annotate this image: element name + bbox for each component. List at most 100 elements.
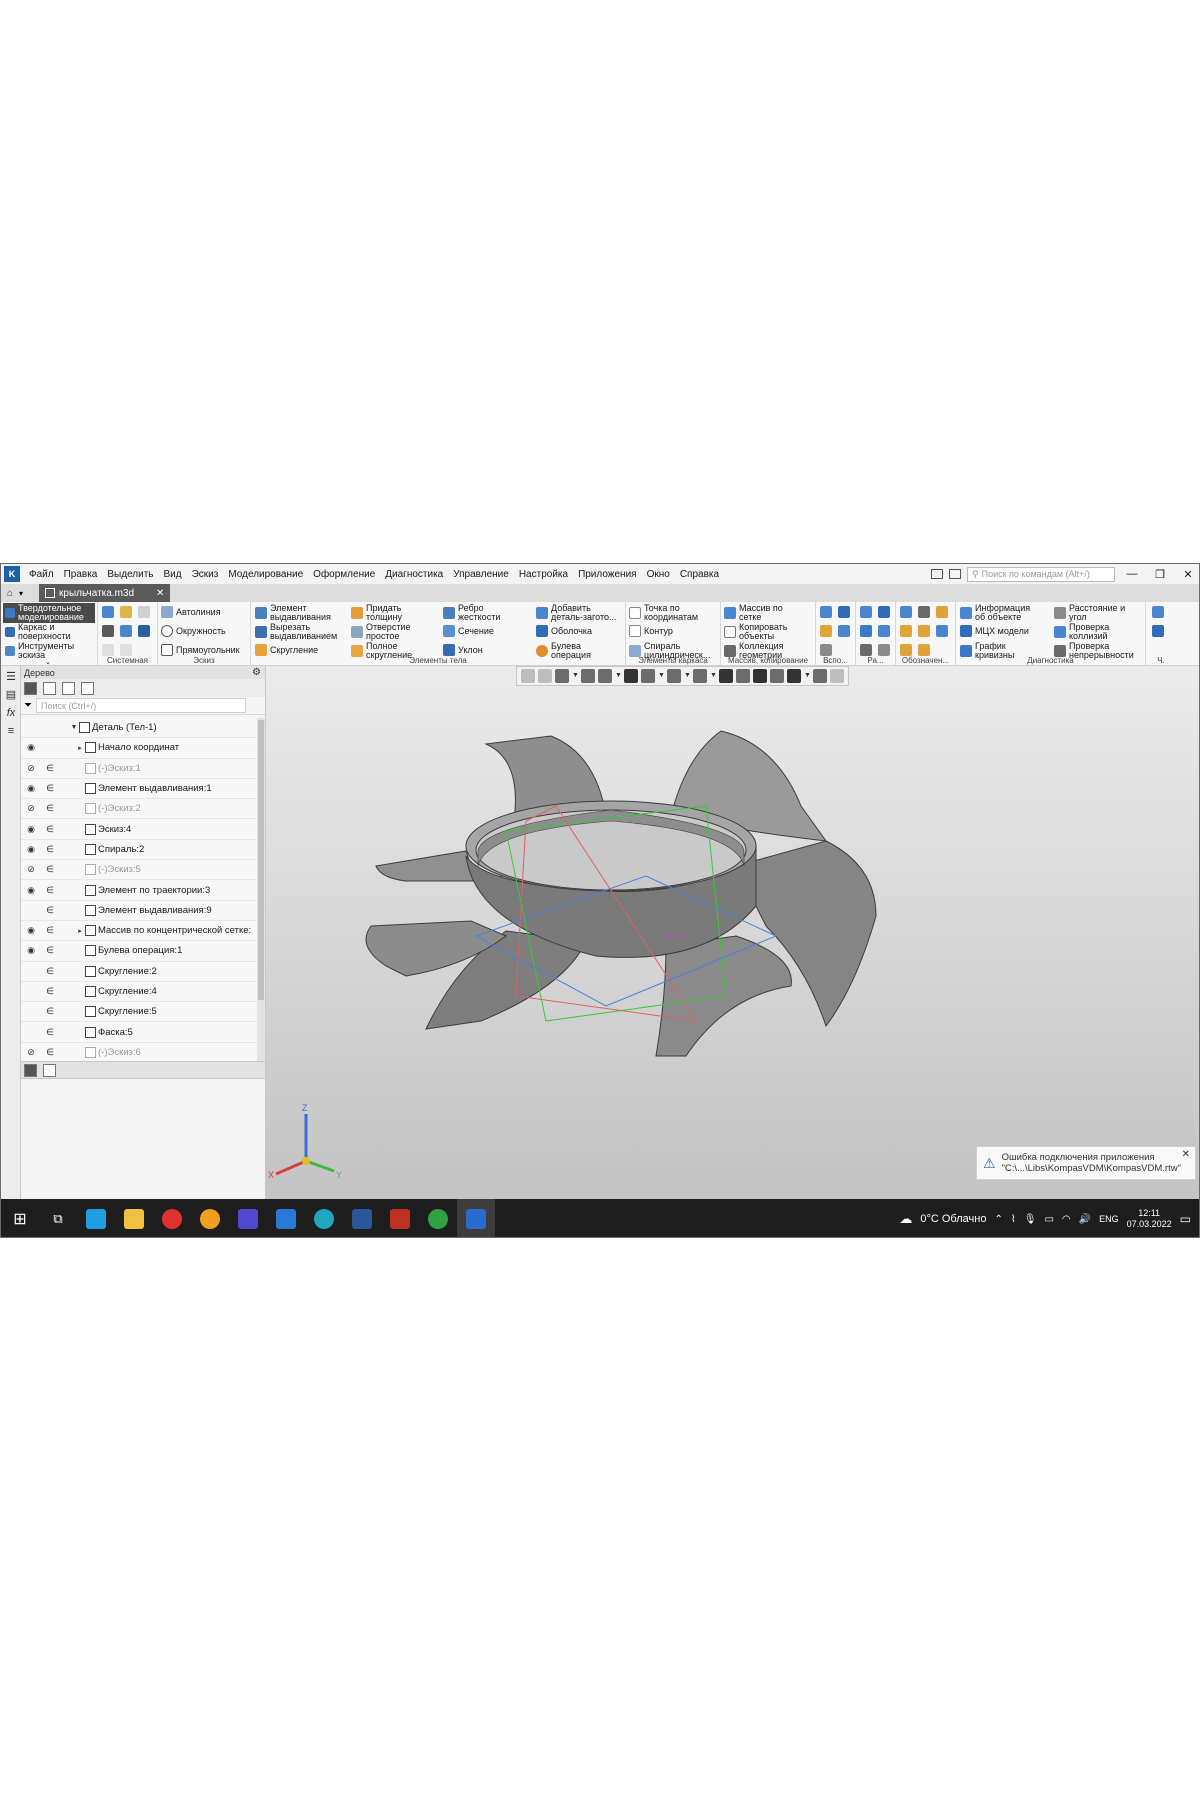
file-explorer-icon[interactable] [115, 1199, 153, 1237]
body-membership-icon[interactable]: ∈ [41, 1027, 59, 1038]
scrollbar-thumb[interactable] [258, 720, 264, 1000]
menu-management[interactable]: Управление [448, 569, 514, 580]
menu-view[interactable]: Вид [159, 569, 187, 580]
expand-arrow-icon[interactable]: ▸ [75, 927, 85, 935]
yandex-browser-icon[interactable] [153, 1199, 191, 1237]
body-membership-icon[interactable]: ∈ [41, 1047, 59, 1058]
kompas-3d-active-icon[interactable] [457, 1199, 495, 1237]
cortana-app-icon[interactable] [77, 1199, 115, 1237]
mark-6-icon[interactable] [936, 625, 948, 637]
tree-item[interactable]: ◉ ∈ Спираль:2 [21, 839, 256, 861]
error-notification[interactable]: ⚠ Ошибка подключения приложения "C:\...\… [976, 1146, 1196, 1180]
expand-arrow-icon[interactable]: ▸ [75, 744, 85, 752]
tree-item[interactable]: ⊘ ∈ (-)Эскиз:1 [21, 758, 256, 779]
menu-settings[interactable]: Настройка [514, 569, 573, 580]
tab-list-dropdown-icon[interactable]: ▾ [19, 589, 23, 598]
rib-button[interactable]: Ребро жесткости [443, 604, 500, 622]
save-icon[interactable] [120, 625, 132, 637]
ra-tool-4-icon[interactable] [878, 625, 890, 637]
mark-4-icon[interactable] [900, 625, 912, 637]
autoline-button[interactable]: Автолиния [161, 606, 221, 618]
tree-search-input[interactable]: Поиск (Ctrl+/) [36, 698, 246, 713]
mark-3-icon[interactable] [936, 606, 948, 618]
body-membership-icon[interactable]: ∈ [41, 885, 59, 896]
ra-tool-2-icon[interactable] [878, 606, 890, 618]
menu-applications[interactable]: Приложения [573, 569, 642, 580]
mark-2-icon[interactable] [918, 606, 930, 618]
body-membership-icon[interactable]: ∈ [41, 783, 59, 794]
properties-panel-icon[interactable]: ▤ [4, 688, 18, 702]
mass-properties-button[interactable]: МЦХ модели [960, 625, 1029, 637]
visibility-eye-icon[interactable]: ⊘ [21, 763, 41, 774]
media-player-icon[interactable] [191, 1199, 229, 1237]
body-membership-icon[interactable]: ∈ [41, 905, 59, 916]
minimize-button[interactable]: — [1121, 568, 1143, 580]
tab-document[interactable]: крыльчатка.m3d ✕ [39, 584, 171, 602]
impeller-model[interactable]: Z X Y [266, 666, 1199, 1199]
command-search-input[interactable]: ⚲ Поиск по командам (Alt+/) [967, 566, 1115, 582]
aux-line-icon[interactable] [820, 644, 832, 656]
tree-item[interactable]: ∈ Скругление:4 [21, 981, 256, 1003]
body-membership-icon[interactable]: ∈ [41, 945, 59, 956]
thicken-button[interactable]: Придать толщину [351, 604, 402, 622]
visibility-eye-icon[interactable]: ⊘ [21, 1047, 41, 1058]
body-membership-icon[interactable]: ∈ [41, 803, 59, 814]
tray-mic-icon[interactable]: 🎙 [1024, 1214, 1037, 1225]
save-all-icon[interactable] [138, 625, 150, 637]
gear-icon[interactable]: ⚙ [252, 667, 261, 678]
menu-select[interactable]: Выделить [102, 569, 158, 580]
plane-icon[interactable] [820, 606, 832, 618]
tree-scrollbar[interactable] [257, 718, 265, 1061]
edge-browser-icon[interactable] [305, 1199, 343, 1237]
kompas-app-icon[interactable] [229, 1199, 267, 1237]
layers-panel-icon[interactable]: ≡ [4, 724, 18, 738]
kompas-logo-icon[interactable]: K [4, 566, 20, 582]
menu-diagnostics[interactable]: Диагностика [380, 569, 448, 580]
visibility-eye-icon[interactable]: ◉ [21, 885, 41, 896]
cut-extrude-button[interactable]: Вырезать выдавливанием [255, 623, 337, 641]
tray-network-icon[interactable]: ⌇ [1011, 1214, 1016, 1225]
rectangle-button[interactable]: Прямоугольник [161, 644, 240, 656]
notifications-icon[interactable]: ▭ [1180, 1212, 1191, 1226]
body-membership-icon[interactable]: ∈ [41, 844, 59, 855]
visibility-eye-icon[interactable]: ◉ [21, 925, 41, 936]
task-view-icon[interactable]: ⧉ [39, 1199, 77, 1237]
contour-button[interactable]: Контур [629, 625, 673, 637]
body-membership-icon[interactable]: ∈ [41, 864, 59, 875]
ra-tool-1-icon[interactable] [860, 606, 872, 618]
point-by-coords-button[interactable]: Точка по координатам [629, 604, 698, 622]
visibility-eye-icon[interactable]: ◉ [21, 783, 41, 794]
word-icon[interactable] [343, 1199, 381, 1237]
tree-item[interactable]: ◉ ∈ Булева операция:1 [21, 941, 256, 962]
copy-objects-button[interactable]: Копировать объекты [724, 623, 787, 641]
weather-text[interactable]: 0°C Облачно [920, 1213, 986, 1225]
table-view-icon[interactable] [43, 1063, 56, 1077]
tray-wifi-icon[interactable]: ◠ [1062, 1214, 1071, 1225]
tree-history-icon[interactable] [43, 681, 56, 695]
filter-icon[interactable]: ⏷ [24, 700, 32, 711]
panel-layout-icon[interactable] [931, 569, 943, 579]
visibility-eye-icon[interactable]: ⊘ [21, 864, 41, 875]
tree-item[interactable]: ◉ ∈ Элемент выдавливания:1 [21, 778, 256, 800]
menu-help[interactable]: Справка [675, 569, 724, 580]
menu-format[interactable]: Оформление [308, 569, 380, 580]
body-membership-icon[interactable]: ∈ [41, 824, 59, 835]
ra-tool-3-icon[interactable] [860, 625, 872, 637]
body-membership-icon[interactable]: ∈ [41, 986, 59, 997]
shell-button[interactable]: Оболочка [536, 625, 592, 637]
body-membership-icon[interactable]: ∈ [41, 1006, 59, 1017]
tree-root-item[interactable]: ▼ Деталь (Тел-1) [21, 718, 256, 739]
notification-close-icon[interactable]: ✕ [1182, 1149, 1190, 1160]
simple-hole-button[interactable]: Отверстие простое [351, 623, 410, 641]
extrude-button[interactable]: Элемент выдавливания [255, 604, 331, 622]
tree-item[interactable]: ∈ Фаска:5 [21, 1022, 256, 1043]
menu-window[interactable]: Окно [642, 569, 675, 580]
language-indicator[interactable]: ENG [1099, 1214, 1119, 1224]
ch-tool-1-icon[interactable] [1152, 606, 1164, 618]
visibility-eye-icon[interactable]: ◉ [21, 945, 41, 956]
chevron-up-icon[interactable]: ⌃ [994, 1214, 1002, 1225]
tree-item[interactable]: ◉ ∈ ▸ Массив по концентрической сетке: [21, 920, 256, 942]
new-file-icon[interactable] [102, 606, 114, 618]
object-info-button[interactable]: Информация об объекте [960, 604, 1030, 622]
close-button[interactable]: ✕ [1177, 568, 1199, 581]
